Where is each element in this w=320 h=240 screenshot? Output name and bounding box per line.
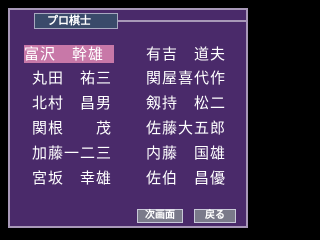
title-rule	[118, 20, 246, 22]
player-right-2[interactable]: 関屋喜代作	[146, 69, 226, 87]
player-left-3[interactable]: 北村 昌男	[32, 94, 112, 112]
player-left-5[interactable]: 加藤一二三	[32, 144, 112, 162]
next-page-button[interactable]: 次画面	[137, 209, 183, 223]
window-title: プロ棋士	[34, 13, 118, 29]
player-right-4[interactable]: 佐藤大五郎	[146, 119, 226, 137]
player-select-window: プロ棋士 富沢 幹雄 丸田 祐三 北村 昌男 関根 茂 加藤一二三 宮坂 幸雄 …	[8, 8, 248, 228]
player-left-2[interactable]: 丸田 祐三	[32, 69, 112, 87]
player-right-5[interactable]: 内藤 国雄	[146, 144, 226, 162]
player-right-1[interactable]: 有吉 道夫	[146, 45, 226, 63]
player-right-3[interactable]: 剱持 松二	[146, 94, 226, 112]
player-left-4[interactable]: 関根 茂	[32, 119, 112, 137]
player-right-6[interactable]: 佐伯 昌優	[146, 169, 226, 187]
player-left-6[interactable]: 宮坂 幸雄	[32, 169, 112, 187]
back-button[interactable]: 戻る	[194, 209, 236, 223]
player-left-1[interactable]: 富沢 幹雄	[24, 45, 114, 63]
